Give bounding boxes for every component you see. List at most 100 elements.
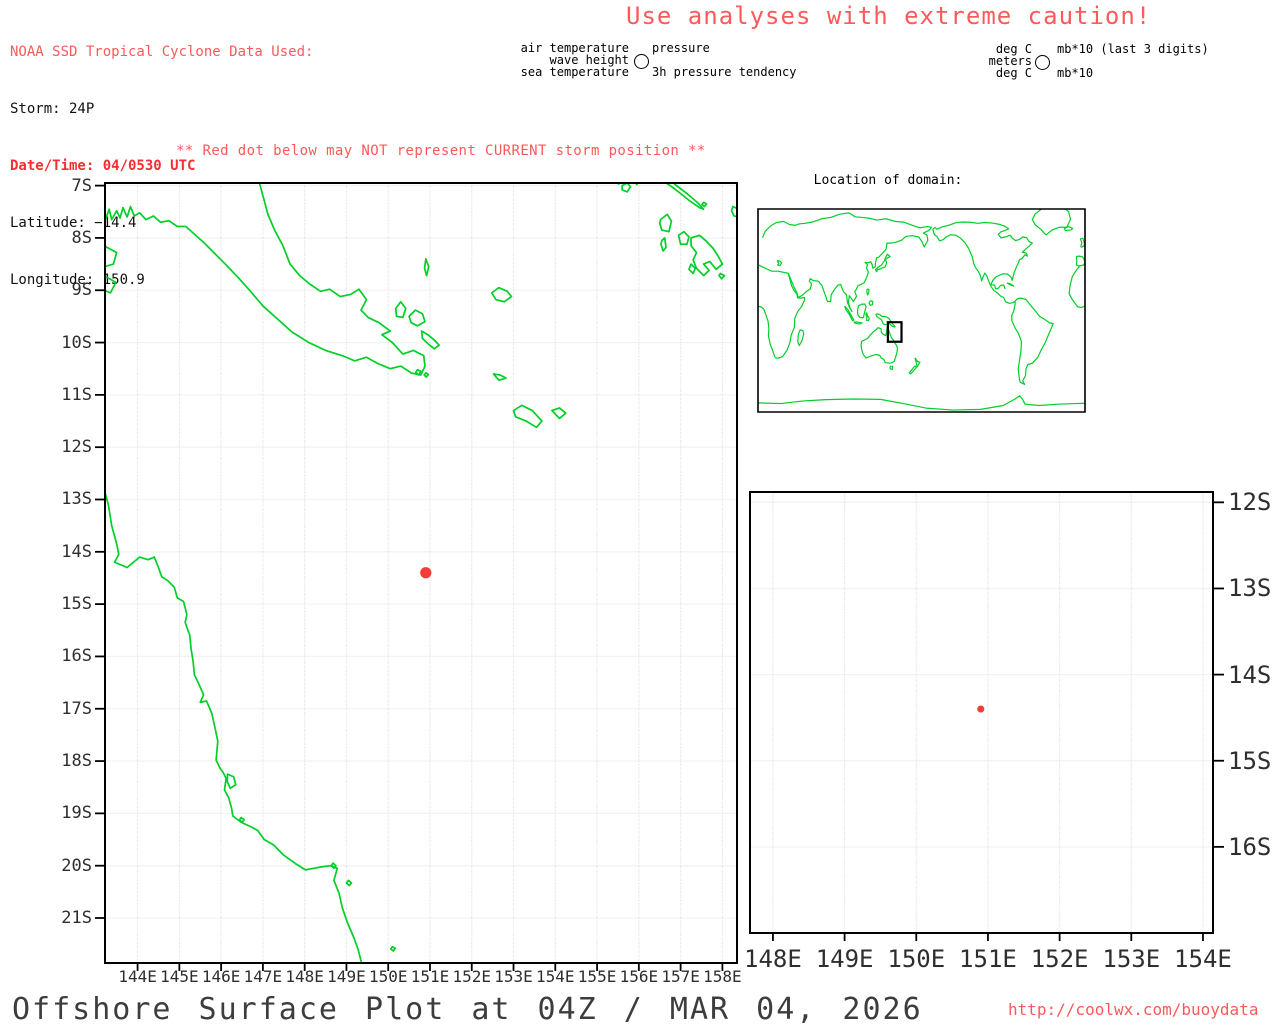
coastline xyxy=(346,880,351,885)
coastline xyxy=(1069,267,1085,308)
lon-tick-label: 146E xyxy=(201,967,241,986)
storm-position-warning: ** Red dot below may NOT represent CURRE… xyxy=(176,143,706,159)
coastline xyxy=(409,310,425,326)
storm-id-text: Storm: 24P xyxy=(10,101,95,117)
lon-tick-label: 145E xyxy=(160,967,199,986)
coastline xyxy=(391,947,396,951)
coastline xyxy=(425,259,429,276)
lat-tick-label: 19S xyxy=(61,803,92,824)
coastline xyxy=(689,264,695,273)
world-inset-map xyxy=(758,209,1085,412)
lat-tick-label: 18S xyxy=(61,751,92,772)
coastline xyxy=(660,214,672,231)
legend-pressure-tendency-label: 3h pressure tendency xyxy=(652,65,797,79)
storm-position-dot xyxy=(420,567,432,579)
coastline xyxy=(691,235,722,275)
coastline xyxy=(424,373,428,377)
lat-tick-label: 12S xyxy=(1228,488,1272,517)
storm-position-dot xyxy=(977,705,985,713)
lat-tick-label: 12S xyxy=(61,437,92,458)
units-pressure-tendency-label: mb*10 xyxy=(1057,66,1094,80)
lon-tick-label: 154E xyxy=(1174,945,1232,973)
coastline xyxy=(890,366,893,369)
lon-tick-label: 148E xyxy=(285,967,324,986)
lat-tick-label: 8S xyxy=(71,227,92,248)
coastline xyxy=(857,304,866,318)
lat-tick-label: 11S xyxy=(61,384,92,405)
lat-tick-label: 20S xyxy=(61,855,92,876)
lon-tick-label: 149E xyxy=(815,945,874,973)
coastline xyxy=(104,180,425,375)
lon-tick-label: 148E xyxy=(744,945,802,973)
coastline xyxy=(227,774,235,788)
lat-tick-label: 15S xyxy=(61,594,92,615)
lon-tick-label: 144E xyxy=(118,967,157,986)
lon-tick-label: 153E xyxy=(1102,945,1161,973)
coastline xyxy=(702,202,707,206)
coastline xyxy=(1012,298,1054,384)
coastline xyxy=(866,312,869,320)
lat-tick-label: 21S xyxy=(61,908,92,928)
coastline xyxy=(331,863,336,868)
coastline xyxy=(933,227,1015,303)
coastline xyxy=(758,306,775,358)
coastline xyxy=(661,238,666,251)
coastline xyxy=(514,405,542,427)
coastline xyxy=(719,274,724,279)
coastline xyxy=(493,374,506,380)
lon-tick-label: 152E xyxy=(452,967,492,986)
station-circle-icon xyxy=(1035,55,1050,70)
coastline xyxy=(1092,255,1101,263)
coastline xyxy=(775,273,805,358)
lon-tick-label: 157E xyxy=(661,967,700,986)
lat-tick-label: 7S xyxy=(71,175,92,196)
coastline xyxy=(869,301,873,306)
lat-tick-label: 13S xyxy=(1228,574,1272,603)
coastline xyxy=(1007,283,1014,286)
lat-tick-label: 10S xyxy=(61,332,92,353)
data-source-title: NOAA SSD Tropical Cyclone Data Used: xyxy=(10,44,314,60)
lat-tick-label: 9S xyxy=(71,280,92,301)
legend-pressure-label: pressure xyxy=(652,41,710,55)
caution-banner: Use analyses with extreme caution! xyxy=(626,2,1152,30)
coastline xyxy=(861,327,897,363)
coastline xyxy=(909,366,916,374)
coastline xyxy=(422,331,440,349)
coastline xyxy=(622,183,630,192)
station-circle-icon xyxy=(634,54,649,69)
lon-tick-label: 150E xyxy=(887,945,946,973)
coastline xyxy=(104,246,117,267)
zoom-domain-map xyxy=(750,492,1213,933)
lon-tick-label: 153E xyxy=(494,967,533,986)
lon-tick-label: 147E xyxy=(243,967,283,986)
main-map xyxy=(105,183,737,963)
lat-tick-label: 17S xyxy=(61,698,92,719)
coastline xyxy=(1076,256,1084,266)
coastline xyxy=(777,260,782,265)
coastline xyxy=(1080,238,1084,247)
lat-tick-label: 15S xyxy=(1228,746,1272,775)
lon-tick-label: 150E xyxy=(368,967,408,986)
coastline xyxy=(915,358,920,367)
coastline xyxy=(104,489,362,966)
lat-tick-label: 13S xyxy=(61,489,92,510)
lat-tick-label: 14S xyxy=(61,541,92,562)
coastline xyxy=(1032,206,1070,235)
plot-title: Offshore Surface Plot at 04Z / MAR 04, 2… xyxy=(12,992,923,1024)
inset-map-title: Location of domain: xyxy=(813,173,963,188)
coastline xyxy=(758,396,1085,410)
units-sea-temperature-label: deg C xyxy=(995,66,1032,80)
coastline xyxy=(854,322,862,324)
coastline xyxy=(240,818,245,823)
storm-datetime-text: Date/Time: 04/0530 UTC xyxy=(10,158,196,174)
coastline xyxy=(662,180,704,209)
source-url-link[interactable]: http://coolwx.com/buoydata xyxy=(1008,1000,1258,1019)
lon-tick-label: 151E xyxy=(959,945,1017,973)
coastline xyxy=(798,330,804,346)
coastline xyxy=(552,408,566,418)
lon-tick-label: 149E xyxy=(327,967,366,986)
coastline xyxy=(396,302,406,318)
map-frame xyxy=(758,209,1085,412)
lon-tick-label: 151E xyxy=(410,967,450,986)
coastline xyxy=(867,289,869,295)
